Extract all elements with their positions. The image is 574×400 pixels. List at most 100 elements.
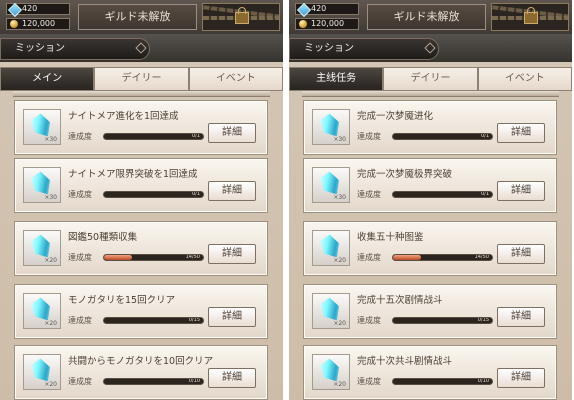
reward-box: ×30 — [312, 167, 350, 203]
mission-card: ×20 完成十次共斗剧情战斗 達成度 0/10 詳細 — [303, 345, 557, 400]
progress-label: 達成度 — [357, 316, 381, 325]
mission-card: ×30 完成一次梦魇极界突破 達成度 0/1 詳細 — [303, 158, 557, 213]
coin-counter: 120,000 — [6, 18, 70, 30]
left-mission-panel: 420 120,000 ギルド未解放 ミッション メイン デイリー イベント ×… — [0, 0, 283, 400]
detail-button[interactable]: 詳細 — [208, 181, 256, 201]
coin-icon — [299, 20, 307, 28]
progress-bar: 0/1 — [103, 191, 204, 198]
coin-counter: 120,000 — [295, 18, 359, 30]
progress-label: 達成度 — [68, 253, 92, 262]
detail-button[interactable]: 詳細 — [497, 123, 545, 143]
reward-quantity: ×30 — [333, 194, 346, 201]
locked-gate[interactable] — [491, 3, 569, 31]
reward-quantity: ×20 — [44, 320, 57, 327]
tab-event[interactable]: イベント — [477, 67, 572, 91]
section-title: ミッション — [289, 38, 439, 60]
mission-card: ×30 完成一次梦魇进化 達成度 0/1 詳細 — [303, 100, 557, 155]
gem-icon — [7, 2, 23, 18]
mission-tabs: 主线任务 デイリー イベント — [289, 67, 572, 91]
progress-bar: 0/10 — [392, 378, 493, 385]
progress-value: 0/10 — [477, 378, 489, 384]
list-top-divider — [302, 91, 559, 97]
progress-label: 達成度 — [357, 132, 381, 141]
tab-main[interactable]: 主线任务 — [289, 67, 384, 91]
tab-main[interactable]: メイン — [0, 67, 95, 91]
progress-bar: 14/50 — [392, 254, 493, 261]
mission-card: ×20 收集五十种图鉴 達成度 14/50 詳細 — [303, 221, 557, 276]
reward-quantity: ×20 — [333, 381, 346, 388]
mission-title: モノガタリを15回クリア — [68, 295, 176, 306]
detail-button[interactable]: 詳細 — [497, 181, 545, 201]
detail-button[interactable]: 詳細 — [497, 244, 545, 264]
gem-count: 420 — [311, 4, 327, 13]
detail-button[interactable]: 詳細 — [208, 244, 256, 264]
guild-locked-button[interactable]: ギルド未解放 — [78, 4, 197, 30]
reward-box: ×20 — [23, 293, 61, 329]
lock-icon — [235, 7, 249, 24]
gem-count: 420 — [22, 4, 38, 13]
mission-title: 図鑑50種類収集 — [68, 232, 138, 243]
top-resource-bar: 420 120,000 ギルド未解放 — [289, 0, 572, 34]
progress-bar: 14/50 — [103, 254, 204, 261]
progress-label: 達成度 — [357, 253, 381, 262]
progress-label: 達成度 — [68, 377, 92, 386]
right-mission-panel: 420 120,000 ギルド未解放 ミッション 主线任务 デイリー イベント — [289, 0, 572, 400]
locked-gate[interactable] — [202, 3, 280, 31]
detail-button[interactable]: 詳細 — [208, 368, 256, 388]
mission-title: 完成十次共斗剧情战斗 — [357, 356, 453, 367]
mission-card: ×20 完成十五次剧情战斗 達成度 0/15 詳細 — [303, 284, 557, 339]
progress-value: 0/15 — [188, 317, 200, 323]
progress-value: 0/1 — [191, 133, 200, 139]
reward-quantity: ×20 — [44, 381, 57, 388]
tab-daily[interactable]: デイリー — [94, 67, 189, 91]
tab-event[interactable]: イベント — [188, 67, 283, 91]
mission-title: 完成十五次剧情战斗 — [357, 295, 443, 306]
progress-label: 達成度 — [357, 190, 381, 199]
reward-quantity: ×20 — [333, 320, 346, 327]
mission-tabs: メイン デイリー イベント — [0, 67, 283, 91]
detail-button[interactable]: 詳細 — [497, 368, 545, 388]
progress-bar: 0/15 — [103, 317, 204, 324]
progress-value: 0/1 — [480, 191, 489, 197]
tab-daily[interactable]: デイリー — [383, 67, 478, 91]
progress-bar: 0/1 — [392, 191, 493, 198]
reward-box: ×30 — [23, 109, 61, 145]
diamond-icon — [424, 42, 436, 54]
detail-button[interactable]: 詳細 — [208, 307, 256, 327]
mission-title: 完成一次梦魇极界突破 — [357, 169, 453, 180]
progress-label: 達成度 — [357, 377, 381, 386]
mission-card: ×20 モノガタリを15回クリア 達成度 0/15 詳細 — [14, 284, 268, 339]
reward-quantity: ×30 — [44, 194, 57, 201]
gem-icon — [296, 2, 312, 18]
guild-locked-button[interactable]: ギルド未解放 — [367, 4, 486, 30]
reward-box: ×20 — [312, 293, 350, 329]
progress-value: 0/10 — [188, 378, 200, 384]
diamond-icon — [135, 42, 147, 54]
mission-title: 完成一次梦魇进化 — [357, 111, 434, 122]
progress-bar: 0/10 — [103, 378, 204, 385]
comparison-screenshot: 420 120,000 ギルド未解放 ミッション メイン デイリー イベント ×… — [0, 0, 574, 400]
reward-quantity: ×30 — [44, 136, 57, 143]
top-resource-bar: 420 120,000 ギルド未解放 — [0, 0, 283, 34]
progress-value: 0/1 — [480, 133, 489, 139]
mission-card: ×30 ナイトメア限界突破を1回達成 達成度 0/1 詳細 — [14, 158, 268, 213]
gem-counter: 420 — [295, 2, 359, 18]
section-title: ミッション — [0, 38, 150, 60]
detail-button[interactable]: 詳細 — [208, 123, 256, 143]
progress-fill — [104, 255, 132, 260]
section-title-label: ミッション — [15, 43, 65, 54]
gem-counter: 420 — [6, 2, 70, 18]
list-top-divider — [13, 91, 270, 97]
mission-section-header: ミッション — [0, 34, 283, 62]
progress-value: 14/50 — [185, 254, 200, 260]
reward-quantity: ×20 — [44, 257, 57, 264]
coin-count: 120,000 — [311, 19, 345, 28]
detail-button[interactable]: 詳細 — [497, 307, 545, 327]
mission-title: 共闘からモノガタリを10回クリア — [68, 356, 214, 367]
progress-bar: 0/1 — [103, 133, 204, 140]
reward-box: ×30 — [312, 109, 350, 145]
mission-card: ×30 ナイトメア進化を1回達成 達成度 0/1 詳細 — [14, 100, 268, 155]
progress-label: 達成度 — [68, 190, 92, 199]
progress-value: 0/15 — [477, 317, 489, 323]
progress-label: 達成度 — [68, 316, 92, 325]
